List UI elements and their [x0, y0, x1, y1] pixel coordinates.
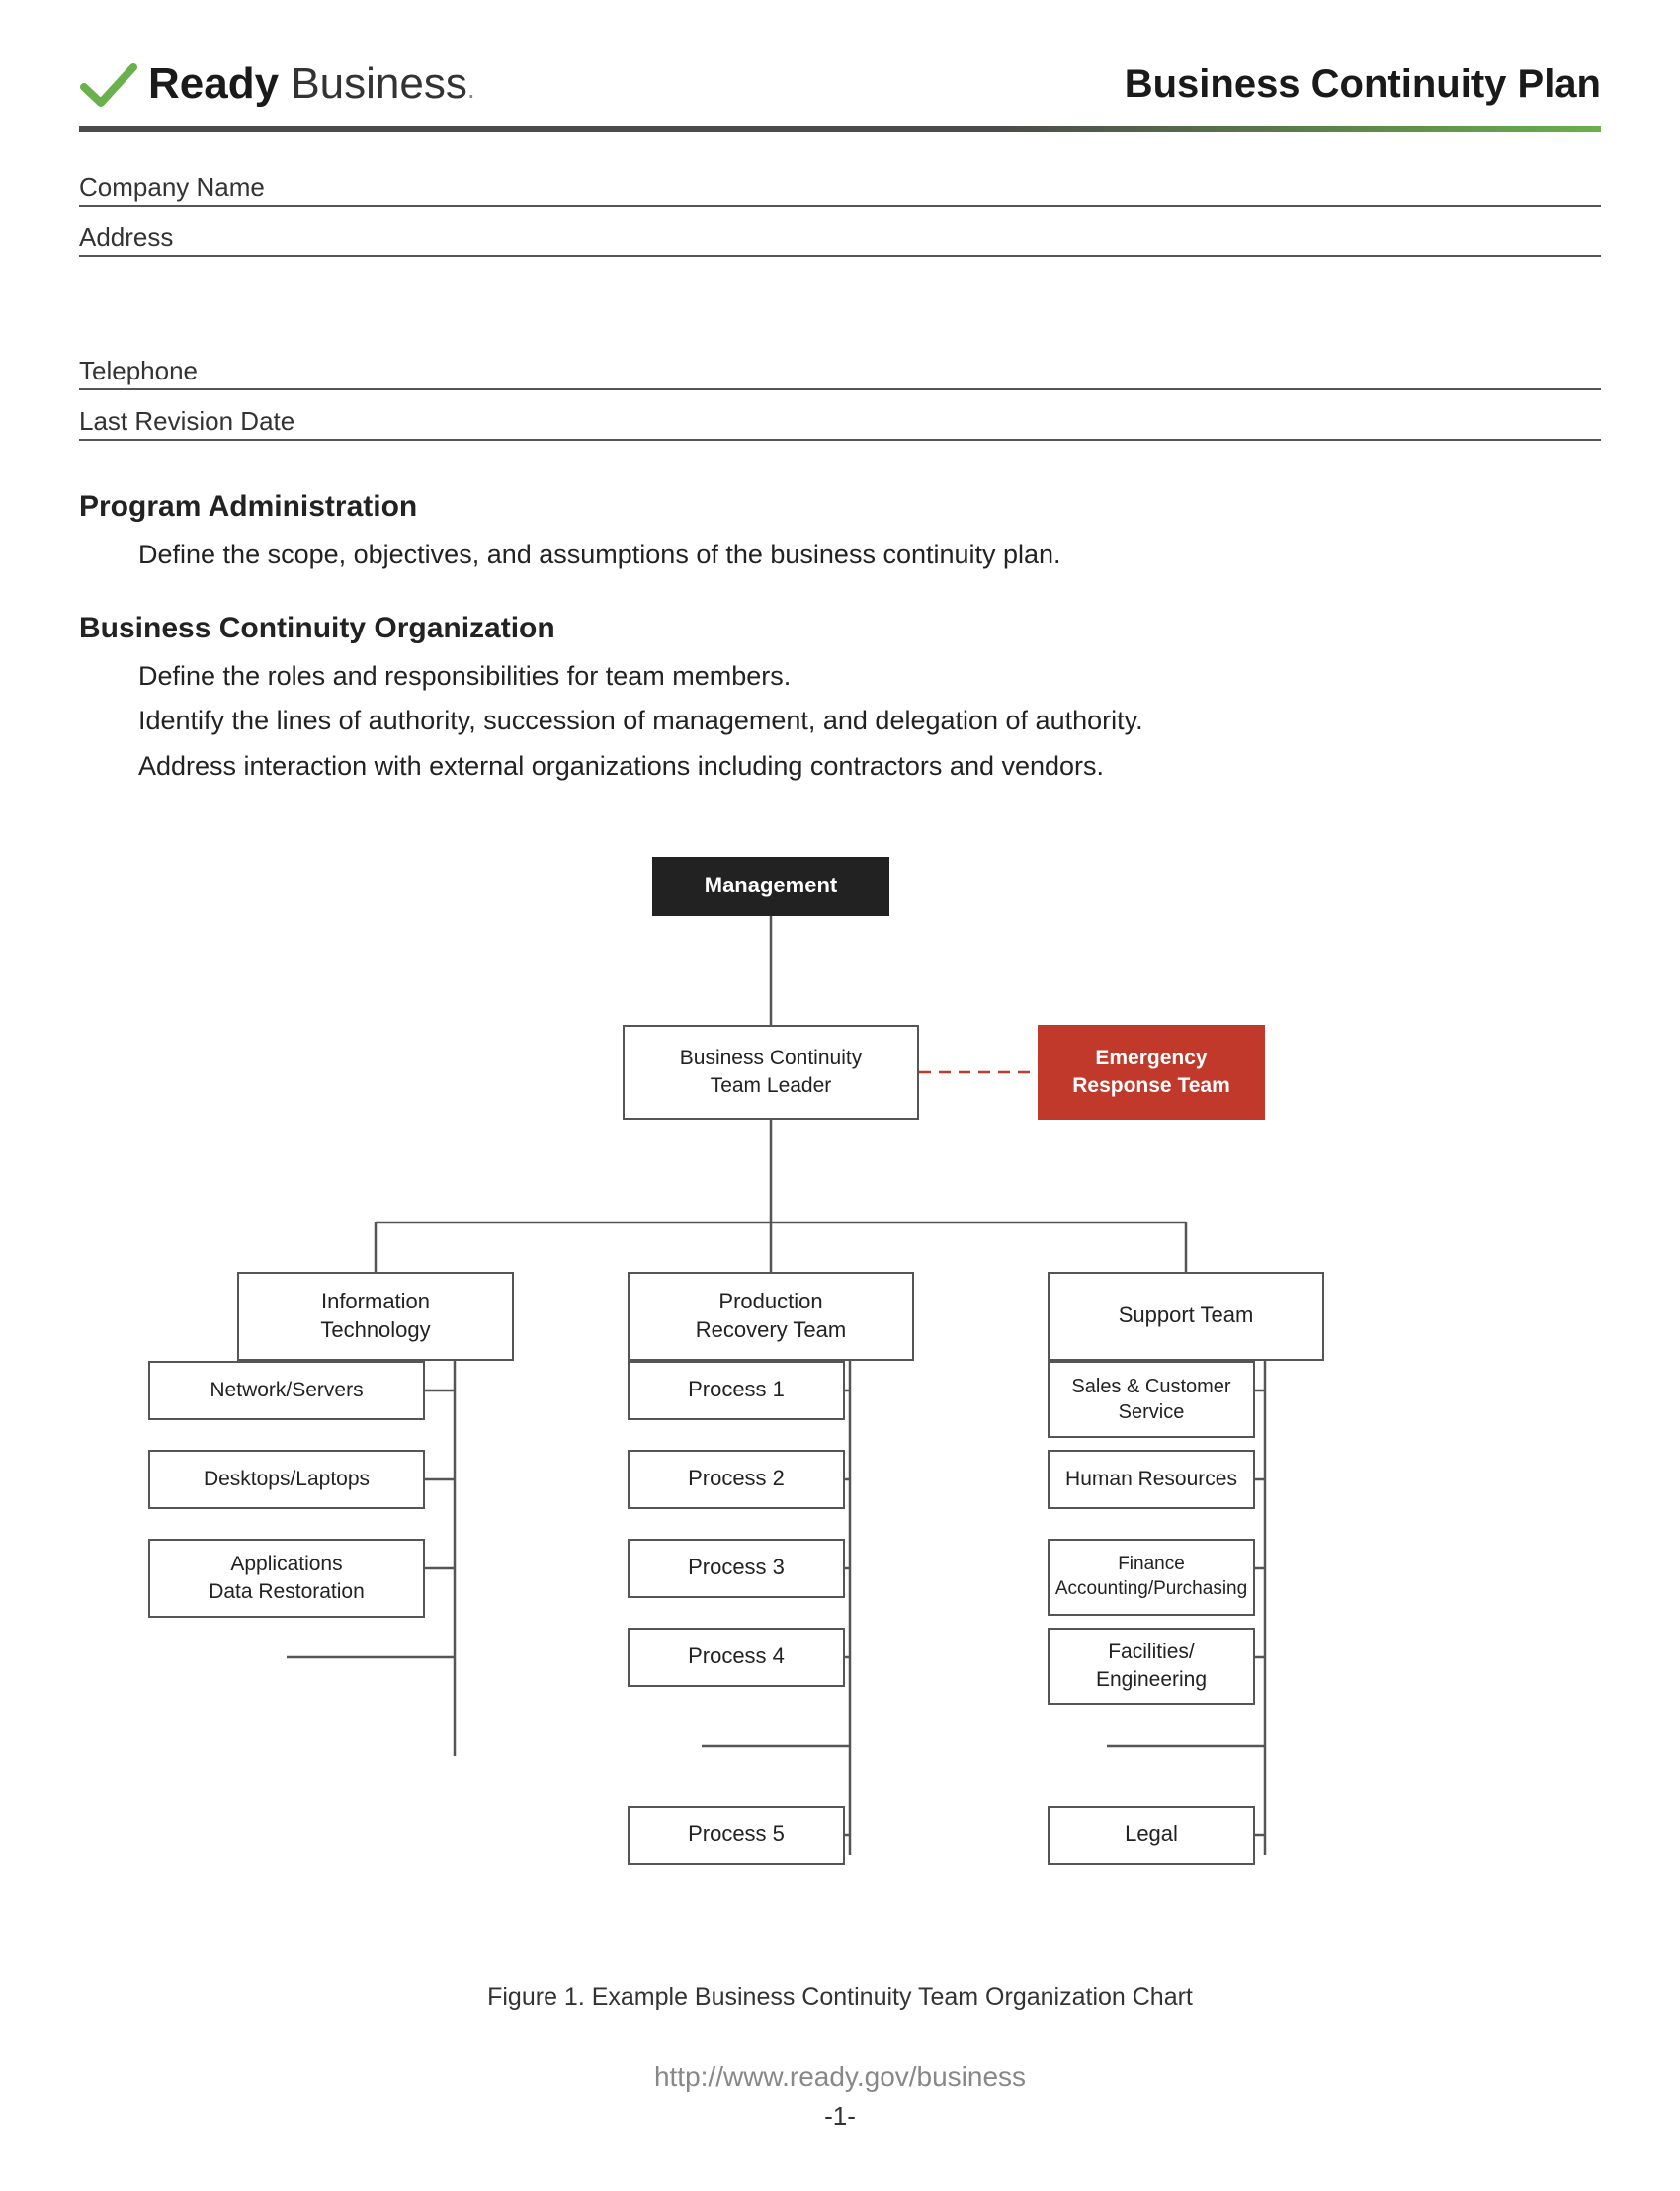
sales-box: Sales & CustomerService	[1048, 1361, 1255, 1438]
bc-org-text-3: Address interaction with external organi…	[138, 745, 1601, 788]
program-admin-text: Define the scope, objectives, and assump…	[138, 534, 1601, 576]
company-name-field[interactable]: Company Name	[79, 172, 1601, 216]
address-field[interactable]: Address	[79, 222, 1601, 267]
company-name-label: Company Name	[79, 172, 1601, 203]
process2-box: Process 2	[628, 1450, 845, 1509]
figure-caption: Figure 1. Example Business Continuity Te…	[148, 1983, 1532, 2012]
bc-org-heading: Business Continuity Organization	[79, 612, 1601, 645]
management-box: Management	[652, 857, 889, 916]
address-underline	[79, 255, 1601, 257]
telephone-field[interactable]: Telephone	[79, 356, 1601, 400]
bc-org-text-1: Define the roles and responsibilities fo…	[138, 655, 1601, 698]
logo-dot: .	[467, 73, 475, 104]
address-label: Address	[79, 222, 1601, 253]
hr-box: Human Resources	[1048, 1450, 1255, 1509]
page-header: Ready Business. Business Continuity Plan	[79, 59, 1601, 109]
process4-box: Process 4	[628, 1628, 845, 1687]
form-spacer	[79, 306, 1601, 356]
bc-org-text-2: Identify the lines of authority, success…	[138, 700, 1601, 742]
program-admin-heading: Program Administration	[79, 490, 1601, 524]
process1-box: Process 1	[628, 1361, 845, 1420]
program-admin-section: Program Administration Define the scope,…	[79, 490, 1601, 576]
desktops-box: Desktops/Laptops	[148, 1450, 425, 1509]
process5-box: Process 5	[628, 1806, 845, 1865]
bc-org-section: Business Continuity Organization Define …	[79, 612, 1601, 788]
footer-page: -1-	[79, 2101, 1601, 2132]
logo-ready: Ready	[148, 59, 279, 108]
org-chart-container: Management Business ContinuityTeam Leade…	[148, 827, 1532, 2012]
last-revision-field[interactable]: Last Revision Date	[79, 406, 1601, 451]
logo-business: Business	[291, 59, 467, 108]
telephone-label: Telephone	[79, 356, 1601, 386]
logo-area: Ready Business.	[79, 59, 475, 109]
header-divider	[79, 126, 1601, 132]
org-chart: Management Business ContinuityTeam Leade…	[148, 827, 1532, 1964]
checkmark-icon	[79, 59, 138, 109]
telephone-underline	[79, 388, 1601, 390]
finance-box: FinanceAccounting/Purchasing	[1048, 1539, 1255, 1616]
form-section-2: Telephone Last Revision Date	[79, 356, 1601, 451]
program-admin-body: Define the scope, objectives, and assump…	[79, 534, 1601, 576]
last-revision-label: Last Revision Date	[79, 406, 1601, 437]
footer: http://www.ready.gov/business -1-	[79, 2062, 1601, 2132]
facilities-box: Facilities/Engineering	[1048, 1628, 1255, 1705]
company-name-underline	[79, 205, 1601, 207]
info-tech-box: InformationTechnology	[237, 1272, 514, 1361]
prod-recovery-box: ProductionRecovery Team	[628, 1272, 914, 1361]
emergency-box: EmergencyResponse Team	[1038, 1025, 1265, 1120]
last-revision-underline	[79, 439, 1601, 441]
legal-box: Legal	[1048, 1806, 1255, 1865]
network-box: Network/Servers	[148, 1361, 425, 1420]
app-data-box: ApplicationsData Restoration	[148, 1539, 425, 1618]
footer-url: http://www.ready.gov/business	[79, 2062, 1601, 2093]
form-section: Company Name Address	[79, 172, 1601, 267]
support-team-box: Support Team	[1048, 1272, 1324, 1361]
page-title: Business Continuity Plan	[1125, 62, 1601, 107]
process3-box: Process 3	[628, 1539, 845, 1598]
bc-org-body: Define the roles and responsibilities fo…	[79, 655, 1601, 788]
bc-leader-box: Business ContinuityTeam Leader	[623, 1025, 919, 1120]
